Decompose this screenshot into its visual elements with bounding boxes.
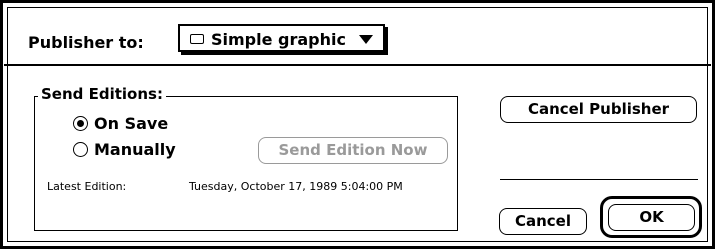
radio-selected-icon [73,116,88,131]
latest-edition-value: Tuesday, October 17, 1989 5:04:00 PM [189,180,403,193]
cancel-button[interactable]: Cancel [499,208,587,235]
document-icon [190,34,204,44]
publisher-to-label: Publisher to: [28,33,144,52]
ok-button[interactable]: OK [608,204,695,231]
radio-on-save-label: On Save [94,114,169,133]
header-divider [4,64,711,66]
radio-on-save[interactable]: On Save [73,114,168,136]
publisher-target-popup[interactable]: Simple graphic [178,24,385,52]
publisher-target-value: Simple graphic [211,30,346,49]
radio-unselected-icon [73,142,88,157]
popup-arrow-icon [359,35,373,44]
send-editions-title: Send Editions: [38,85,166,103]
cancel-publisher-button[interactable]: Cancel Publisher [500,96,697,123]
radio-manually[interactable]: Manually [73,140,176,162]
radio-manually-label: Manually [94,140,176,159]
buttons-divider [500,179,698,180]
send-edition-now-button[interactable]: Send Edition Now [258,137,448,164]
latest-edition-label: Latest Edition: [47,180,127,193]
